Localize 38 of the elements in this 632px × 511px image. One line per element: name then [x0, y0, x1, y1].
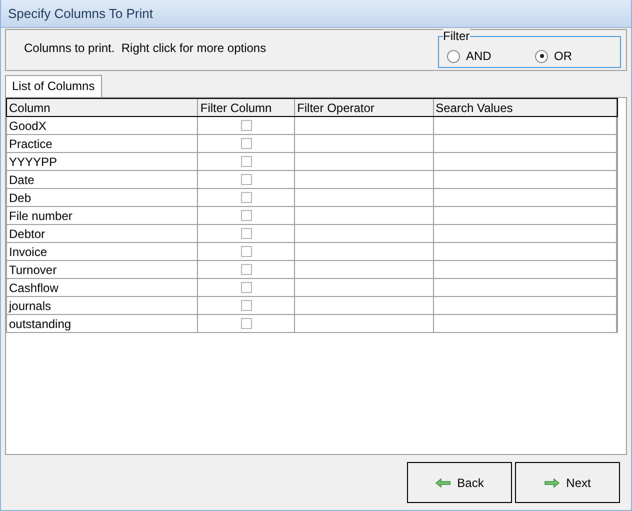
checkbox[interactable] [240, 120, 252, 131]
checkbox[interactable] [240, 138, 252, 149]
checkbox[interactable] [240, 210, 252, 221]
next-button[interactable]: Next [515, 462, 620, 503]
table-cell: YYYYPP [7, 153, 198, 170]
table-cell: outstanding [7, 315, 198, 332]
checkbox[interactable] [240, 156, 252, 167]
checkbox[interactable] [240, 264, 252, 275]
column-header[interactable]: Filter Operator [295, 99, 434, 116]
table-cell: GoodX [7, 117, 198, 134]
back-button[interactable]: Back [407, 462, 512, 503]
window-title: Specify Columns To Print [8, 4, 153, 23]
checkbox[interactable] [240, 300, 252, 311]
table-cell: File number [7, 207, 198, 224]
checkbox[interactable] [240, 282, 252, 293]
checkbox[interactable] [240, 228, 252, 239]
instructions-text: Columns to print. Right click for more options [24, 40, 266, 57]
checkbox[interactable] [240, 174, 252, 185]
table-cell: Date [7, 171, 198, 188]
column-header[interactable]: Column [7, 99, 198, 116]
tab[interactable]: List of Columns [5, 75, 102, 97]
table-cell: Turnover [7, 261, 198, 278]
table-cell: Practice [7, 135, 198, 152]
radio-label: AND [466, 48, 492, 65]
radio-label: OR [554, 48, 572, 65]
table-cell: journals [7, 297, 198, 314]
checkbox[interactable] [240, 192, 252, 203]
checkbox[interactable] [240, 318, 252, 329]
right-arrow-icon [544, 478, 560, 488]
table-cell: Debtor [7, 225, 198, 242]
table-cell: Cashflow [7, 279, 198, 296]
left-arrow-icon [435, 478, 452, 488]
table-cell: Invoice [7, 243, 198, 260]
checkbox[interactable] [240, 246, 252, 257]
table-cell: Deb [7, 189, 198, 206]
column-header[interactable]: Search Values [434, 99, 617, 116]
filter-legend: Filter [443, 29, 470, 43]
column-header[interactable]: Filter Column [198, 99, 296, 116]
